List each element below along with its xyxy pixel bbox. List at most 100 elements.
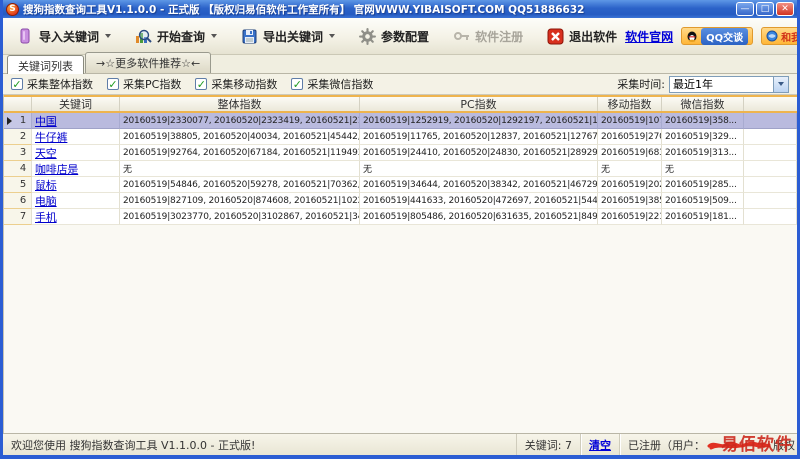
checkbox-mobile-index[interactable]: ✓ 采集移动指数 xyxy=(195,76,277,92)
checkbox-pc-index[interactable]: ✓ 采集PC指数 xyxy=(107,76,181,92)
checkbox-overall-index[interactable]: ✓ 采集整体指数 xyxy=(11,76,93,92)
keyword-link[interactable]: 中国 xyxy=(35,113,57,129)
wechat-index-cell: 20160519|285... xyxy=(662,177,744,193)
pc-index-cell: 20160519|805486, 20160520|631635, 201605… xyxy=(360,209,598,225)
register-button[interactable]: 软件注册 xyxy=(445,24,531,49)
mobile-index-cell: 20160519|683... xyxy=(598,145,662,161)
close-button[interactable]: ✕ xyxy=(776,2,794,16)
table-row[interactable]: 5 鼠标 20160519|54846, 20160520|59278, 201… xyxy=(4,177,797,193)
overall-index-cell: 20160519|827109, 20160520|874608, 201605… xyxy=(120,193,360,209)
filler-cell xyxy=(744,129,797,145)
overall-index-cell: 20160519|3023770, 20160520|3102867, 2016… xyxy=(120,209,360,225)
qq-chat-button[interactable]: QQ交谈 xyxy=(681,27,753,45)
keyword-cell: 咖啡店是 xyxy=(32,161,120,177)
import-keywords-label: 导入关键词 xyxy=(39,28,99,45)
pc-index-cell: 20160519|441633, 20160520|472697, 201605… xyxy=(360,193,598,209)
header-mobile-index[interactable]: 移动指数 xyxy=(598,97,662,111)
pc-index-cell: 20160519|24410, 20160520|24830, 20160521… xyxy=(360,145,598,161)
row-number-cell: 5 xyxy=(4,177,32,193)
checkbox-label: 采集整体指数 xyxy=(27,76,93,92)
table-row[interactable]: 2 牛仔裤 20160519|38805, 20160520|40034, 20… xyxy=(4,129,797,145)
export-keywords-label: 导出关键词 xyxy=(263,28,323,45)
tab-more-software[interactable]: →☆更多软件推荐☆← xyxy=(85,52,211,73)
keyword-cell: 中国 xyxy=(32,113,120,129)
chevron-down-icon[interactable] xyxy=(773,77,788,92)
keyword-count: 关键词: 7 xyxy=(516,434,581,455)
exit-x-icon xyxy=(547,28,564,45)
overall-index-cell: 20160519|2330077, 20160520|2323419, 2016… xyxy=(120,113,360,129)
contact-me-label: 和我联系 xyxy=(781,29,800,44)
app-icon: S xyxy=(6,3,19,16)
maximize-button[interactable]: □ xyxy=(756,2,774,16)
contact-me-button[interactable]: 和我联系 xyxy=(761,27,800,45)
keyword-cell: 鼠标 xyxy=(32,177,120,193)
query-dropdown-caret[interactable] xyxy=(211,34,217,38)
status-welcome-text: 欢迎您使用 搜狗指数查询工具 V1.1.0.0 - 正式版! xyxy=(3,434,516,455)
table-header-row: 关键词 整体指数 PC指数 移动指数 微信指数 xyxy=(4,95,797,113)
official-site-link[interactable]: 软件官网 xyxy=(625,28,673,45)
keyword-link[interactable]: 鼠标 xyxy=(35,177,57,193)
config-label: 参数配置 xyxy=(381,28,429,45)
filler-cell xyxy=(744,209,797,225)
time-range-select[interactable]: 最近1年 xyxy=(669,76,789,93)
filler-cell xyxy=(744,161,797,177)
filler-cell xyxy=(744,145,797,161)
row-number-cell: 2 xyxy=(4,129,32,145)
status-bar: 欢迎您使用 搜狗指数查询工具 V1.1.0.0 - 正式版! 关键词: 7 清空… xyxy=(3,433,797,455)
import-keywords-button[interactable]: 导入关键词 xyxy=(9,24,119,49)
checkbox-label: 采集PC指数 xyxy=(123,76,181,92)
import-dropdown-caret[interactable] xyxy=(105,34,111,38)
exit-button[interactable]: 退出软件 xyxy=(539,24,625,49)
minimize-button[interactable]: — xyxy=(736,2,754,16)
table-row[interactable]: 1 中国 20160519|2330077, 20160520|2323419,… xyxy=(4,113,797,129)
redaction-scribble xyxy=(707,439,771,451)
header-row-indicator xyxy=(4,97,32,111)
checkbox-checked-icon: ✓ xyxy=(195,78,207,90)
overall-index-cell: 无 xyxy=(120,161,360,177)
keyword-table: 关键词 整体指数 PC指数 移动指数 微信指数 1 中国 20160519|23… xyxy=(3,95,797,433)
tab-keyword-list[interactable]: 关键词列表 xyxy=(7,55,84,74)
registered-prefix: 已注册（用户： xyxy=(628,437,705,453)
keyword-link[interactable]: 手机 xyxy=(35,209,57,225)
table-row[interactable]: 3 天空 20160519|92764, 20160520|67184, 201… xyxy=(4,145,797,161)
wechat-index-cell: 20160519|313... xyxy=(662,145,744,161)
filter-bar: ✓ 采集整体指数 ✓ 采集PC指数 ✓ 采集移动指数 ✓ 采集微信指数 采集时间… xyxy=(3,74,797,95)
header-keyword[interactable]: 关键词 xyxy=(32,97,120,111)
keyword-link[interactable]: 天空 xyxy=(35,145,57,161)
pc-index-cell: 无 xyxy=(360,161,598,177)
keyword-cell: 电脑 xyxy=(32,193,120,209)
table-row[interactable]: 6 电脑 20160519|827109, 20160520|874608, 2… xyxy=(4,193,797,209)
wechat-index-cell: 20160519|358... xyxy=(662,113,744,129)
config-button[interactable]: 参数配置 xyxy=(351,24,437,49)
pc-index-cell: 20160519|34644, 20160520|38342, 20160521… xyxy=(360,177,598,193)
registered-suffix: 版权 xyxy=(773,437,795,453)
keyword-link[interactable]: 电脑 xyxy=(35,193,57,209)
checkbox-label: 采集移动指数 xyxy=(211,76,277,92)
table-row[interactable]: 7 手机 20160519|3023770, 20160520|3102867,… xyxy=(4,209,797,225)
clear-keywords-link[interactable]: 清空 xyxy=(589,437,611,453)
keyword-link[interactable]: 牛仔裤 xyxy=(35,129,67,145)
filler-cell xyxy=(744,113,797,129)
export-keywords-button[interactable]: 导出关键词 xyxy=(233,24,343,49)
start-query-button[interactable]: 开始查询 xyxy=(127,24,225,49)
pc-index-cell: 20160519|11765, 20160520|12837, 20160521… xyxy=(360,129,598,145)
title-bar: S 搜狗指数查询工具V1.1.0.0 - 正式版 【版权归易佰软件工作室所有】 … xyxy=(3,0,797,18)
header-wechat-index[interactable]: 微信指数 xyxy=(662,97,744,111)
messenger-globe-icon xyxy=(766,30,778,42)
mobile-index-cell: 20160519|202... xyxy=(598,177,662,193)
export-dropdown-caret[interactable] xyxy=(329,34,335,38)
row-number-cell: 6 xyxy=(4,193,32,209)
registration-status: 已注册（用户： 版权 xyxy=(620,434,797,455)
keyword-link[interactable]: 咖啡店是 xyxy=(35,161,78,177)
query-magnifier-icon xyxy=(135,28,152,45)
header-filler xyxy=(744,97,797,111)
row-number-cell: 7 xyxy=(4,209,32,225)
selected-row-arrow-icon xyxy=(7,117,12,125)
table-row[interactable]: 4 咖啡店是 无 无 无 无 xyxy=(4,161,797,177)
keyword-cell: 天空 xyxy=(32,145,120,161)
header-overall-index[interactable]: 整体指数 xyxy=(120,97,360,111)
keyword-cell: 牛仔裤 xyxy=(32,129,120,145)
header-pc-index[interactable]: PC指数 xyxy=(360,97,598,111)
row-number-cell: 1 xyxy=(4,113,32,129)
checkbox-wechat-index[interactable]: ✓ 采集微信指数 xyxy=(291,76,373,92)
